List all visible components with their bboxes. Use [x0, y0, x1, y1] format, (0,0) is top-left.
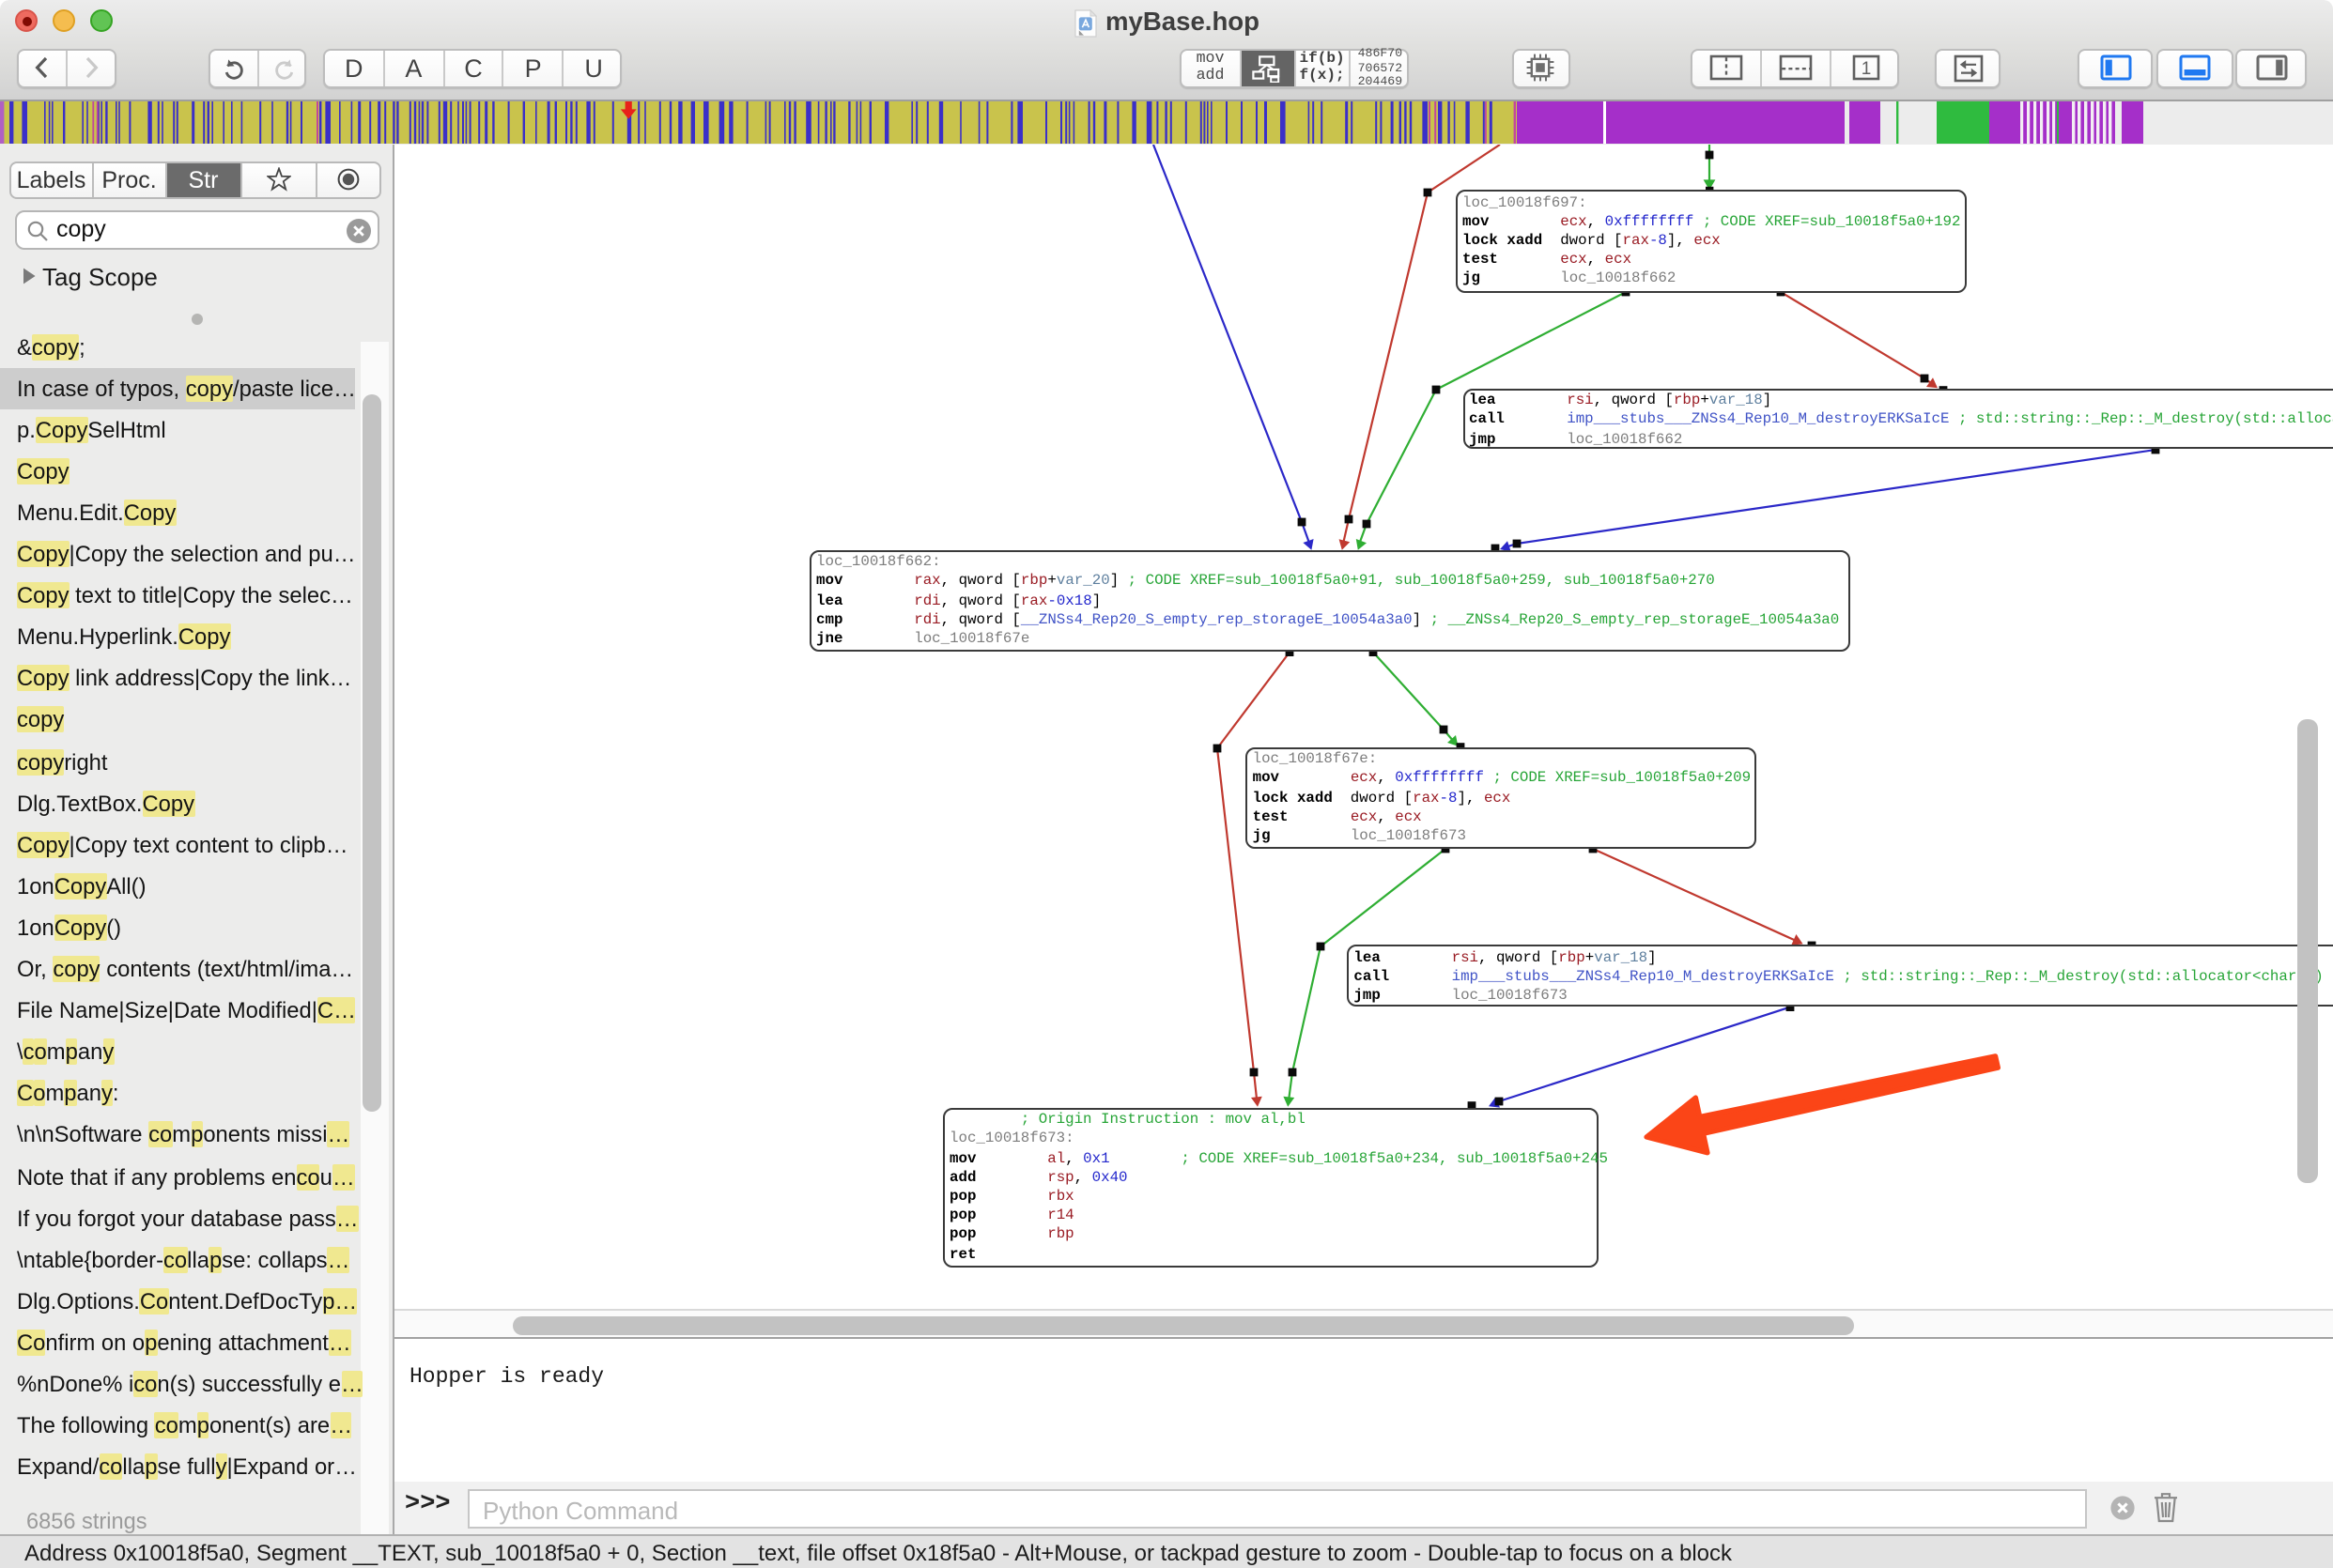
svg-text:1: 1 [1862, 59, 1872, 79]
